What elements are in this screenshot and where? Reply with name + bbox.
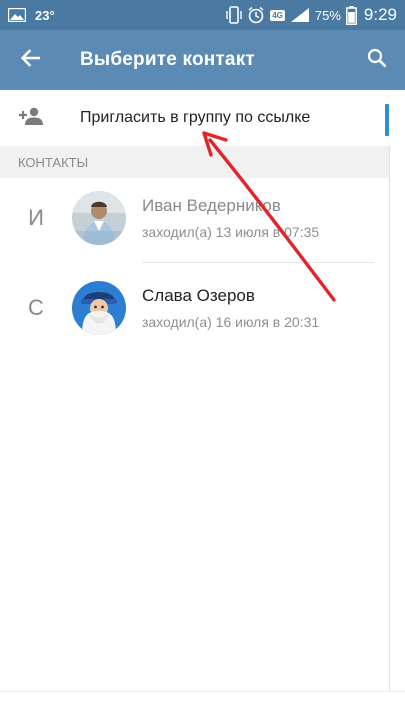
invite-link-label: Пригласить в группу по ссылке xyxy=(80,109,311,126)
battery-icon xyxy=(345,5,357,25)
avatar xyxy=(72,191,126,245)
page-title: Выберите контакт xyxy=(80,49,255,70)
contact-item-slava[interactable]: С Слава Озеров заходил(а) 16 июля в 20:3… xyxy=(0,264,390,352)
clock: 9:29 xyxy=(363,5,397,24)
network-badge: 4G xyxy=(270,9,285,21)
contact-name: Иван Ведерников xyxy=(142,196,281,215)
index-letter: С xyxy=(28,295,44,320)
index-letter: И xyxy=(28,205,44,230)
signal-icon xyxy=(290,7,310,23)
last-seen: заходил(а) 13 июля в 07:35 xyxy=(142,224,320,240)
last-seen: заходил(а) 16 июля в 20:31 xyxy=(142,314,320,330)
status-bar: 23° 4G 75% 9:29 xyxy=(0,0,405,30)
scroll-indicator[interactable] xyxy=(385,104,389,136)
search-icon xyxy=(367,48,387,73)
back-button[interactable] xyxy=(0,30,60,90)
invite-link-item[interactable]: Пригласить в группу по ссылке xyxy=(0,90,390,146)
avatar xyxy=(72,281,126,335)
search-button[interactable] xyxy=(349,30,405,90)
contact-name: Слава Озеров xyxy=(142,286,255,305)
divider xyxy=(142,262,374,263)
app-bar: Выберите контакт xyxy=(0,30,405,90)
arrow-left-icon xyxy=(20,48,41,72)
gallery-icon xyxy=(8,8,26,22)
battery-percent: 75% xyxy=(314,7,341,23)
add-person-icon xyxy=(18,107,44,130)
scroll-track xyxy=(389,146,390,691)
bottom-area xyxy=(0,691,405,720)
alarm-icon xyxy=(247,6,265,24)
contact-item-ivan[interactable]: И Иван Ведерников заходил(а) 13 июля в 0… xyxy=(0,174,390,262)
vibrate-icon xyxy=(226,6,242,24)
temperature: 23° xyxy=(35,7,55,23)
